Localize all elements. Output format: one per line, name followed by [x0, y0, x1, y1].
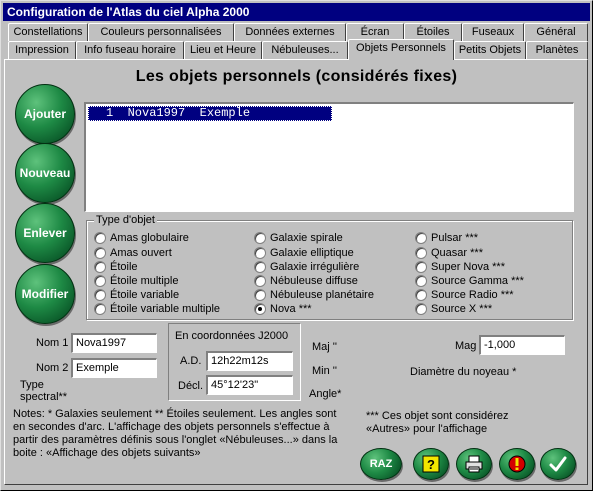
notes-other-text: *** Ces objet sont considérez «Autres» p…: [366, 410, 509, 435]
radio-galaxie-elliptique[interactable]: Galaxie elliptique: [254, 246, 354, 260]
checkmark-icon: [549, 456, 567, 472]
tab-donnees-externes[interactable]: Données externes: [234, 23, 346, 41]
notes-text: Notes: * Galaxies seulement ** Étoiles s…: [13, 408, 338, 459]
list-item[interactable]: 1 Nova1997 Exemple: [88, 106, 332, 121]
ad-label: A.D.: [180, 355, 202, 367]
tab-info-fuseau-horaire[interactable]: Info fuseau horaire: [76, 41, 184, 59]
radio-source-gamma[interactable]: Source Gamma ***: [415, 274, 524, 288]
radio-icon[interactable]: [415, 247, 427, 259]
radio-selected-icon[interactable]: [254, 303, 266, 315]
radio-etoile[interactable]: Étoile: [94, 260, 138, 274]
nom2-label: Nom 2: [36, 362, 69, 374]
tab-couleurs-personnalisees[interactable]: Couleurs personnalisées: [88, 23, 234, 41]
radio-icon[interactable]: [415, 303, 427, 315]
printer-icon: [465, 455, 483, 473]
radio-icon[interactable]: [415, 275, 427, 287]
angle-label: Angle*: [309, 388, 342, 400]
radio-quasar[interactable]: Quasar ***: [415, 246, 483, 260]
add-button[interactable]: Ajouter: [15, 84, 75, 144]
object-list[interactable]: 1 Nova1997 Exemple: [84, 102, 574, 212]
radio-pulsar[interactable]: Pulsar ***: [415, 231, 478, 245]
raz-button[interactable]: RAZ: [360, 448, 402, 480]
radio-nebuleuse-planetaire[interactable]: Nébuleuse planétaire: [254, 288, 374, 302]
radio-source-x[interactable]: Source X ***: [415, 302, 492, 316]
tab-fuseaux[interactable]: Fuseaux: [462, 23, 524, 41]
mag-label: Mag: [455, 340, 477, 352]
remove-button[interactable]: Enlever: [15, 203, 75, 263]
radio-icon[interactable]: [254, 232, 266, 244]
page-title: Les objets personnels (considérés fixes): [135, 68, 458, 85]
svg-text:?: ?: [427, 457, 435, 472]
stop-icon: [508, 455, 526, 473]
tab-petits-objets[interactable]: Petits Objets: [454, 41, 526, 59]
help-button[interactable]: ?: [413, 448, 449, 480]
decl-field[interactable]: 45°12'23": [206, 375, 293, 395]
decl-label: Décl.: [178, 380, 204, 392]
nom2-field[interactable]: Exemple: [71, 358, 157, 378]
radio-amas-ouvert[interactable]: Amas ouvert: [94, 246, 172, 260]
radio-icon[interactable]: [94, 303, 106, 315]
type-spectral-label: Type spectral**: [20, 379, 68, 403]
radio-icon[interactable]: [94, 261, 106, 273]
ad-field[interactable]: 12h22m12s: [206, 351, 293, 371]
radio-icon[interactable]: [254, 275, 266, 287]
ok-button[interactable]: [540, 448, 576, 480]
radio-super-nova[interactable]: Super Nova ***: [415, 260, 505, 274]
radio-icon[interactable]: [415, 289, 427, 301]
tab-constellations[interactable]: Constellations: [8, 23, 88, 41]
radio-icon[interactable]: [254, 261, 266, 273]
radio-galaxie-irreguliere[interactable]: Galaxie irrégulière: [254, 260, 359, 274]
object-type-title: Type d'objet: [94, 214, 157, 226]
radio-etoile-variable-multiple[interactable]: Étoile variable multiple: [94, 302, 220, 316]
radio-galaxie-spirale[interactable]: Galaxie spirale: [254, 231, 343, 245]
tab-planetes[interactable]: Planètes: [526, 41, 588, 59]
radio-icon[interactable]: [415, 261, 427, 273]
radio-etoile-multiple[interactable]: Étoile multiple: [94, 274, 178, 288]
radio-amas-globulaire[interactable]: Amas globulaire: [94, 231, 189, 245]
diametre-label: Diamètre du noyeau *: [410, 366, 517, 378]
radio-icon[interactable]: [254, 247, 266, 259]
cancel-button[interactable]: [499, 448, 535, 480]
question-icon: ?: [422, 455, 440, 473]
radio-source-radio[interactable]: Source Radio ***: [415, 288, 514, 302]
tab-objets-personnels[interactable]: Objets Personnels: [348, 39, 454, 60]
nom1-field[interactable]: Nova1997: [71, 333, 157, 353]
radio-icon[interactable]: [94, 289, 106, 301]
tab-nebuleuses[interactable]: Nébuleuses...: [262, 41, 348, 59]
min-label: Min '': [312, 365, 337, 377]
modify-button[interactable]: Modifier: [15, 264, 75, 324]
tab-lieu-et-heure[interactable]: Lieu et Heure: [184, 41, 262, 59]
coords-title: En coordonnées J2000: [175, 330, 289, 342]
radio-etoile-variable[interactable]: Étoile variable: [94, 288, 179, 302]
radio-icon[interactable]: [94, 232, 106, 244]
radio-nebuleuse-diffuse[interactable]: Nébuleuse diffuse: [254, 274, 358, 288]
radio-icon[interactable]: [254, 289, 266, 301]
radio-icon[interactable]: [415, 232, 427, 244]
mag-field[interactable]: -1,000: [479, 335, 565, 355]
maj-label: Maj '': [312, 341, 337, 353]
radio-icon[interactable]: [94, 275, 106, 287]
nom1-label: Nom 1: [36, 337, 69, 349]
tab-general[interactable]: Général: [524, 23, 588, 41]
new-button[interactable]: Nouveau: [15, 143, 75, 203]
radio-icon[interactable]: [94, 247, 106, 259]
radio-nova[interactable]: Nova ***: [254, 302, 312, 316]
window-title: Configuration de l'Atlas du ciel Alpha 2…: [3, 3, 590, 21]
tab-impression[interactable]: Impression: [8, 41, 76, 59]
print-button[interactable]: [456, 448, 492, 480]
